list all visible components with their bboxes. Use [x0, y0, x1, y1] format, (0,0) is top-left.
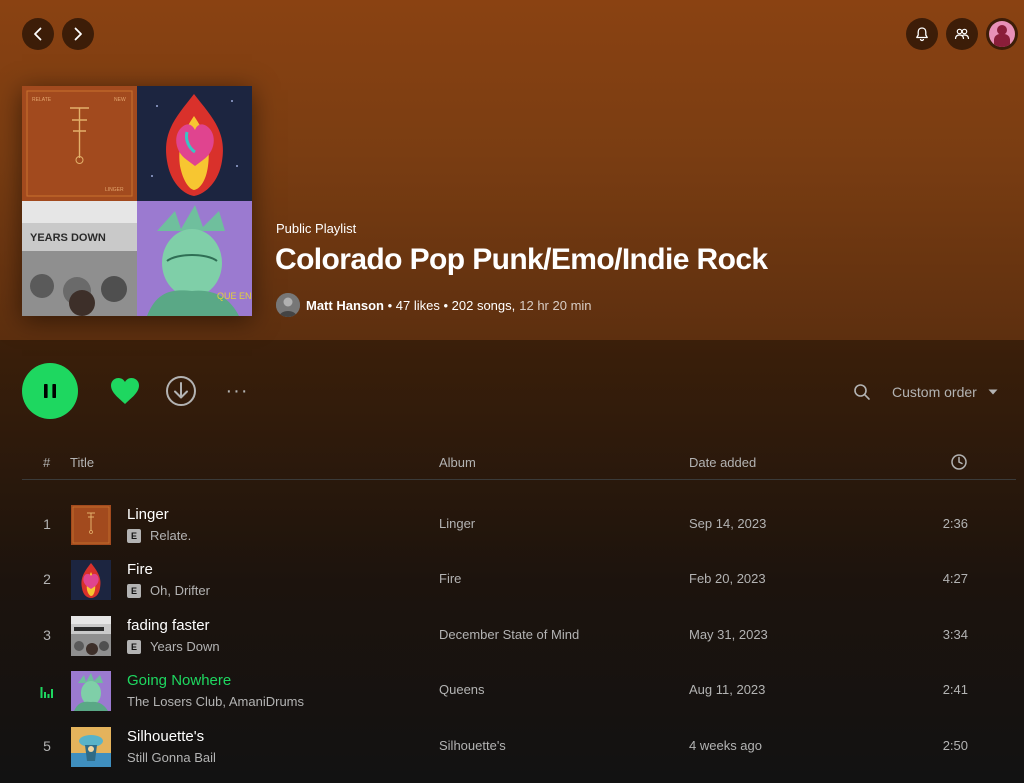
likes-count: 47 likes — [395, 297, 440, 313]
pause-icon — [44, 384, 56, 398]
table-row[interactable]: 1 Linger E Relate. Linger Sep 14, 2023 2… — [0, 497, 1024, 553]
caret-down-icon — [988, 389, 998, 395]
track-artist-line: Still Gonna Bail — [127, 750, 216, 765]
friend-activity-button[interactable] — [946, 18, 978, 50]
owner-name-link[interactable]: Matt Hanson — [306, 298, 384, 313]
track-date-added: 4 weeks ago — [689, 738, 762, 753]
track-title[interactable]: Going Nowhere — [127, 672, 231, 689]
track-title[interactable]: Silhouette's — [127, 728, 204, 745]
equalizer-icon — [40, 687, 53, 698]
sort-dropdown[interactable]: Custom order — [892, 381, 999, 403]
friends-icon — [954, 28, 970, 40]
track-duration: 3:34 — [942, 627, 968, 642]
track-album[interactable]: December State of Mind — [439, 627, 579, 642]
col-header-number: # — [43, 455, 51, 470]
pause-button[interactable] — [22, 363, 78, 419]
track-number: 1 — [43, 516, 51, 532]
track-duration: 4:27 — [942, 571, 968, 586]
chevron-left-icon — [34, 27, 42, 41]
track-art — [71, 560, 111, 600]
chevron-right-icon — [74, 27, 82, 41]
cover-tl-header-left: RELATE — [32, 97, 52, 103]
track-date-added: Aug 11, 2023 — [689, 682, 766, 697]
forward-button[interactable] — [62, 18, 94, 50]
back-button[interactable] — [22, 18, 54, 50]
track-title[interactable]: fading faster — [127, 617, 210, 634]
more-options-button[interactable]: ··· — [220, 380, 254, 402]
table-row-playing[interactable]: Going Nowhere The Losers Club, AmaniDrum… — [0, 663, 1024, 719]
now-playing-indicator — [38, 682, 56, 701]
total-duration: 12 hr 20 min — [519, 297, 592, 313]
track-album[interactable]: Silhouette's — [439, 738, 506, 753]
track-number: 3 — [43, 627, 51, 643]
track-art — [71, 616, 111, 656]
track-album[interactable]: Fire — [439, 571, 461, 586]
track-artist-line: The Losers Club, AmaniDrums — [127, 694, 304, 709]
search-icon — [854, 384, 870, 400]
notifications-button[interactable] — [906, 18, 938, 50]
col-header-duration[interactable] — [950, 453, 968, 474]
header-divider — [22, 479, 1016, 480]
col-header-title[interactable]: Title — [70, 455, 94, 470]
cover-br-text: QUE ENS — [217, 291, 252, 301]
track-artist-line: E Oh, Drifter — [127, 583, 210, 598]
track-date-added: Feb 20, 2023 — [689, 571, 766, 586]
track-duration: 2:41 — [942, 682, 968, 697]
playlist-meta: Matt Hanson • 47 likes • 202 songs, 12 h… — [276, 293, 592, 317]
table-row[interactable]: 3 fading faster E Years Down December St… — [0, 608, 1024, 664]
owner-avatar[interactable] — [276, 293, 300, 317]
bell-icon — [916, 27, 928, 42]
col-header-date-added[interactable]: Date added — [689, 455, 756, 470]
track-artist-line: E Years Down — [127, 639, 220, 654]
track-duration: 2:50 — [942, 738, 968, 753]
download-button[interactable] — [164, 374, 198, 408]
more-icon: ··· — [225, 379, 249, 402]
download-icon — [166, 376, 196, 406]
cover-art-fire — [137, 86, 252, 201]
user-avatar — [989, 21, 1015, 47]
user-menu-button[interactable] — [986, 18, 1018, 50]
clock-icon — [951, 454, 967, 470]
cover-art-december-state-of-mind: YEARS DOWN — [22, 201, 137, 316]
track-duration: 2:36 — [942, 516, 968, 531]
track-album[interactable]: Queens — [439, 682, 485, 697]
meta-separator: • — [384, 297, 396, 313]
meta-separator: • — [439, 297, 452, 313]
explicit-badge: E — [127, 639, 141, 654]
table-row[interactable]: 2 Fire E Oh, Drifter Fire Feb 20, 2023 4… — [0, 552, 1024, 608]
track-number: 5 — [43, 738, 51, 754]
track-art — [71, 727, 111, 767]
explicit-badge: E — [127, 528, 141, 543]
sort-label: Custom order — [892, 384, 977, 400]
track-art — [71, 671, 111, 711]
cover-art-queens: QUE ENS — [137, 201, 252, 316]
playlist-title: Colorado Pop Punk/Emo/Indie Rock — [275, 243, 768, 276]
cover-art-linger: RELATE NEW LINGER — [22, 86, 137, 201]
track-artist[interactable]: Still Gonna Bail — [127, 750, 216, 765]
explicit-badge: E — [127, 583, 141, 598]
cover-tl-header-right: NEW — [114, 97, 126, 103]
track-title[interactable]: Linger — [127, 506, 169, 523]
track-artist[interactable]: Oh, Drifter — [150, 583, 210, 598]
songs-count: 202 songs, — [451, 297, 516, 313]
track-album[interactable]: Linger — [439, 516, 475, 531]
track-artist-line: E Relate. — [127, 528, 191, 543]
playlist-type-label: Public Playlist — [276, 221, 357, 236]
cover-bl-text: YEARS DOWN — [30, 232, 106, 244]
cover-tl-footer: LINGER — [105, 187, 124, 193]
track-art — [71, 505, 111, 545]
track-artist[interactable]: Relate. — [150, 528, 191, 543]
like-button[interactable] — [108, 375, 142, 407]
track-date-added: May 31, 2023 — [689, 627, 768, 642]
heart-filled-icon — [111, 378, 139, 404]
track-artist[interactable]: Years Down — [150, 639, 220, 654]
col-header-album[interactable]: Album — [439, 455, 476, 470]
playlist-cover: RELATE NEW LINGER YEARS DOWN QUE EN — [22, 86, 252, 316]
search-in-playlist-button[interactable] — [850, 380, 874, 404]
table-row[interactable]: 5 Silhouette's Still Gonna Bail Silhouet… — [0, 719, 1024, 775]
track-number: 2 — [43, 571, 51, 587]
track-artist[interactable]: The Losers Club, AmaniDrums — [127, 694, 304, 709]
track-date-added: Sep 14, 2023 — [689, 516, 767, 531]
track-title[interactable]: Fire — [127, 561, 153, 578]
